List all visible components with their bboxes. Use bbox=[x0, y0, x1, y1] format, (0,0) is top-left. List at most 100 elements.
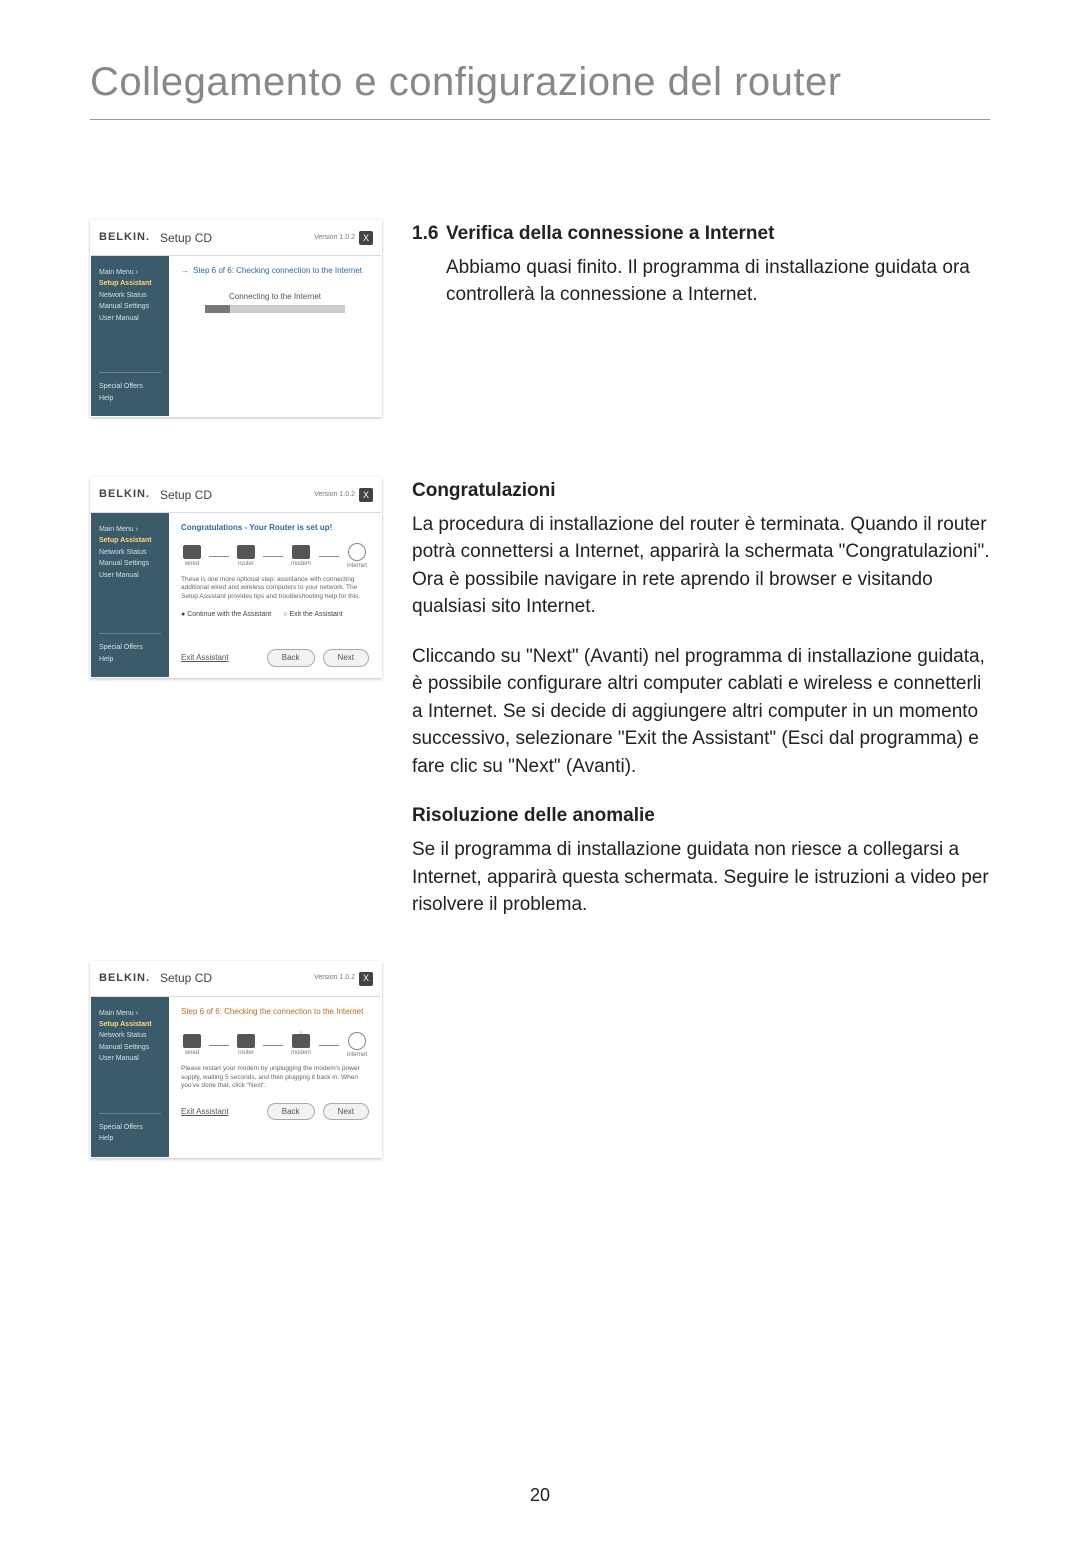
window-titlebar: BELKIN. Setup CD Version 1.0.2 X bbox=[91, 478, 381, 513]
row-3: BELKIN. Setup CD Version 1.0.2 X Main Me… bbox=[90, 961, 990, 1158]
next-button[interactable]: Next bbox=[323, 649, 369, 667]
sidebar-divider bbox=[99, 1113, 161, 1114]
sidebar: Main Menu › Setup Assistant Network Stat… bbox=[91, 997, 169, 1157]
device-wired: wired bbox=[183, 1034, 201, 1057]
sidebar-item-manual[interactable]: User Manual bbox=[99, 1055, 161, 1063]
window-title: Setup CD bbox=[150, 488, 314, 502]
sidebar-item-help[interactable]: Help bbox=[99, 656, 161, 664]
window-title: Setup CD bbox=[150, 231, 314, 245]
sidebar-item-main[interactable]: Main Menu › bbox=[99, 1010, 161, 1018]
sidebar-item-main[interactable]: Main Menu › bbox=[99, 269, 161, 277]
sidebar-item-manual[interactable]: User Manual bbox=[99, 572, 161, 580]
window-body: Main Menu › Setup Assistant Network Stat… bbox=[91, 256, 381, 416]
modem-icon bbox=[292, 1034, 310, 1048]
label-router: router bbox=[238, 1050, 254, 1057]
cable-icon bbox=[209, 1045, 229, 1046]
sidebar-item-manual-settings[interactable]: Manual Settings bbox=[99, 560, 161, 568]
sidebar-item-help[interactable]: Help bbox=[99, 395, 161, 403]
section-paragraph: La procedura di installazione del router… bbox=[412, 511, 990, 621]
content-area: Congratulations - Your Router is set up!… bbox=[169, 513, 381, 677]
section-paragraph: Cliccando su "Next" (Avanti) nel program… bbox=[412, 643, 990, 781]
window-title: Setup CD bbox=[150, 971, 314, 985]
section-title: Verifica della connessione a Internet bbox=[446, 223, 774, 244]
globe-icon bbox=[348, 1032, 366, 1050]
section-body: Abbiamo quasi finito. Il programma di in… bbox=[446, 254, 990, 309]
sidebar-item-assistant[interactable]: Setup Assistant bbox=[99, 537, 161, 545]
brand-logo: BELKIN. bbox=[99, 488, 150, 501]
version-label: Version 1.0.2 bbox=[314, 491, 355, 499]
cable-icon bbox=[263, 1045, 283, 1046]
screenshot-troubleshoot: BELKIN. Setup CD Version 1.0.2 X Main Me… bbox=[90, 961, 382, 1158]
device-router: router bbox=[237, 545, 255, 568]
device-modem: modem bbox=[291, 545, 311, 568]
sidebar-item-offers[interactable]: Special Offers bbox=[99, 644, 161, 652]
exit-assistant-link[interactable]: Exit Assistant bbox=[181, 650, 243, 666]
content-area: → Step 6 of 6: Checking connection to th… bbox=[169, 256, 381, 416]
device-internet: internet bbox=[347, 543, 367, 570]
page-title: Collegamento e configurazione del router bbox=[90, 60, 990, 120]
device-wired: wired bbox=[183, 545, 201, 568]
radio-group: Continue with the Assistant Exit the Ass… bbox=[181, 611, 369, 619]
sidebar-item-manual[interactable]: User Manual bbox=[99, 315, 161, 323]
sidebar-item-offers[interactable]: Special Offers bbox=[99, 1124, 161, 1132]
sidebar-bottom: Special Offers Help bbox=[99, 623, 161, 667]
congrats-heading: Congratulations - Your Router is set up! bbox=[181, 523, 369, 533]
sidebar-bottom: Special Offers Help bbox=[99, 362, 161, 406]
modem-icon bbox=[292, 545, 310, 559]
step-label: Step 6 of 6: Checking the connection to … bbox=[181, 1007, 369, 1017]
screenshot-connecting: BELKIN. Setup CD Version 1.0.2 X Main Me… bbox=[90, 220, 382, 417]
sidebar-top: Main Menu › Setup Assistant Network Stat… bbox=[99, 1007, 161, 1067]
sidebar-item-help[interactable]: Help bbox=[99, 1135, 161, 1143]
computer-icon bbox=[183, 1034, 201, 1048]
section-heading: 1.6Verifica della connessione a Internet bbox=[412, 220, 990, 248]
sidebar-item-assistant[interactable]: Setup Assistant bbox=[99, 1021, 161, 1029]
cable-icon bbox=[263, 556, 283, 557]
sidebar-item-assistant[interactable]: Setup Assistant bbox=[99, 280, 161, 288]
content-area: Step 6 of 6: Checking the connection to … bbox=[169, 997, 381, 1157]
network-diagram: wired router ↓ modem internet bbox=[181, 1032, 369, 1059]
exit-assistant-link[interactable]: Exit Assistant bbox=[181, 1104, 243, 1120]
close-icon[interactable]: X bbox=[359, 488, 373, 502]
radio-exit[interactable]: Exit the Assistant bbox=[283, 611, 343, 619]
sidebar-item-status[interactable]: Network Status bbox=[99, 1032, 161, 1040]
globe-icon bbox=[348, 543, 366, 561]
sidebar-item-status[interactable]: Network Status bbox=[99, 292, 161, 300]
close-icon[interactable]: X bbox=[359, 972, 373, 986]
window-body: Main Menu › Setup Assistant Network Stat… bbox=[91, 997, 381, 1157]
sidebar-item-manual-settings[interactable]: Manual Settings bbox=[99, 1044, 161, 1052]
button-bar: Exit Assistant Back Next bbox=[181, 649, 369, 667]
text-section-1: 1.6Verifica della connessione a Internet… bbox=[412, 220, 990, 331]
network-diagram: wired router modem internet bbox=[181, 543, 369, 570]
screenshot-congrats: BELKIN. Setup CD Version 1.0.2 X Main Me… bbox=[90, 477, 382, 678]
sidebar: Main Menu › Setup Assistant Network Stat… bbox=[91, 513, 169, 677]
version-label: Version 1.0.2 bbox=[314, 974, 355, 982]
window-body: Main Menu › Setup Assistant Network Stat… bbox=[91, 513, 381, 677]
progress-label: Connecting to the Internet bbox=[181, 292, 369, 302]
step-text: Step 6 of 6: Checking connection to the … bbox=[193, 266, 362, 276]
label-modem: modem bbox=[291, 1050, 311, 1057]
cable-icon bbox=[319, 556, 339, 557]
troubleshoot-note: Please restart your modem by unplugging … bbox=[181, 1065, 369, 1090]
router-icon bbox=[237, 545, 255, 559]
section-heading: Congratulazioni bbox=[412, 477, 990, 505]
device-internet: internet bbox=[347, 1032, 367, 1059]
page: Collegamento e configurazione del router… bbox=[0, 0, 1080, 1542]
assistant-note: These is one more optional step: assista… bbox=[181, 576, 369, 601]
sidebar-top: Main Menu › Setup Assistant Network Stat… bbox=[99, 266, 161, 326]
sidebar-top: Main Menu › Setup Assistant Network Stat… bbox=[99, 523, 161, 583]
sidebar-item-offers[interactable]: Special Offers bbox=[99, 383, 161, 391]
window-titlebar: BELKIN. Setup CD Version 1.0.2 X bbox=[91, 962, 381, 997]
row-2: BELKIN. Setup CD Version 1.0.2 X Main Me… bbox=[90, 477, 990, 941]
back-button[interactable]: Back bbox=[267, 1103, 315, 1121]
sidebar-item-status[interactable]: Network Status bbox=[99, 549, 161, 557]
arrow-icon: → bbox=[181, 266, 189, 276]
label-wired: wired bbox=[185, 1050, 199, 1057]
radio-continue[interactable]: Continue with the Assistant bbox=[181, 611, 271, 619]
next-button[interactable]: Next bbox=[323, 1103, 369, 1121]
section-number: 1.6 bbox=[412, 220, 446, 248]
brand-logo: BELKIN. bbox=[99, 972, 150, 985]
back-button[interactable]: Back bbox=[267, 649, 315, 667]
sidebar-item-manual-settings[interactable]: Manual Settings bbox=[99, 303, 161, 311]
close-icon[interactable]: X bbox=[359, 231, 373, 245]
sidebar-item-main[interactable]: Main Menu › bbox=[99, 526, 161, 534]
